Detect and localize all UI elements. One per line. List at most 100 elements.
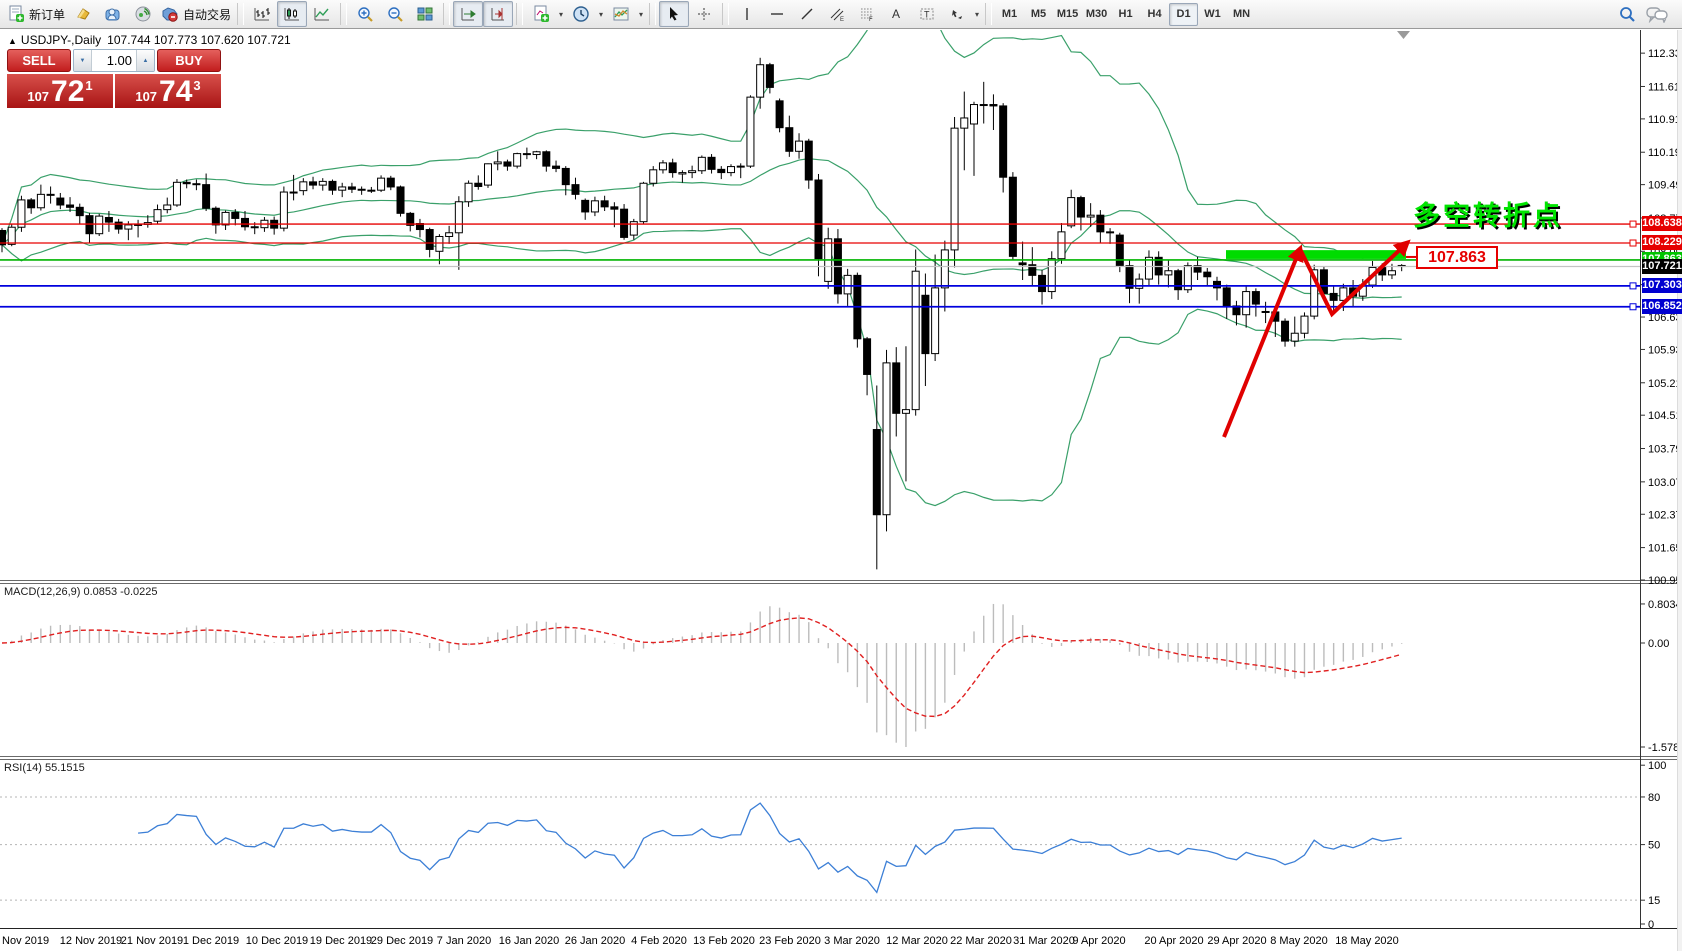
fibonacci-button[interactable]: F: [852, 1, 882, 27]
templates-dropdown-caret[interactable]: [636, 2, 646, 26]
profile-button[interactable]: [98, 1, 128, 27]
volume-decrease-button[interactable]: [74, 50, 92, 71]
price-badge-107.303: 107.303: [1642, 278, 1682, 293]
right-scrollbar[interactable]: [1677, 30, 1682, 951]
svg-text:21 Nov 2019: 21 Nov 2019: [121, 935, 183, 947]
vertical-line-icon: [739, 6, 755, 22]
new-order-button[interactable]: 新订单: [4, 1, 68, 27]
timeframe-m15[interactable]: M15: [1053, 3, 1082, 26]
cursor-icon: [666, 6, 682, 22]
trendline-button[interactable]: [792, 1, 822, 27]
timeframe-mn[interactable]: MN: [1227, 3, 1256, 26]
symbol-direction-icon: ▲: [8, 36, 17, 46]
date-axis-labels: 3 Nov 201912 Nov 201921 Nov 20191 Dec 20…: [0, 935, 1399, 947]
timeframe-h4[interactable]: H4: [1140, 3, 1169, 26]
bar-chart-button[interactable]: [247, 1, 277, 27]
crosshair-button[interactable]: [689, 1, 719, 27]
svg-text:26 Jan 2020: 26 Jan 2020: [565, 935, 626, 947]
auto-scroll-button[interactable]: [453, 1, 483, 27]
autotrading-button[interactable]: 自动交易: [158, 1, 234, 27]
svg-text:12 Mar 2020: 12 Mar 2020: [886, 935, 948, 947]
svg-text:23 Feb 2020: 23 Feb 2020: [759, 935, 821, 947]
horizontal-line-button[interactable]: [762, 1, 792, 27]
svg-text:0: 0: [1648, 919, 1654, 931]
timeframe-m30[interactable]: M30: [1082, 3, 1111, 26]
zoom-in-button[interactable]: [350, 1, 380, 27]
mt4-window: 新订单 自动交易: [0, 0, 1682, 951]
cursor-button[interactable]: [659, 1, 689, 27]
sell-button[interactable]: SELL: [7, 49, 71, 72]
styler-button[interactable]: [68, 1, 98, 27]
price-callout-label[interactable]: 107.863: [1416, 246, 1498, 269]
chart-shift-button[interactable]: [483, 1, 513, 27]
volume-increase-button[interactable]: [136, 50, 154, 71]
svg-text:31 Mar 2020: 31 Mar 2020: [1013, 935, 1075, 947]
timeframe-h1[interactable]: H1: [1111, 3, 1140, 26]
equidistant-channel-icon: E: [829, 6, 845, 22]
symbol-period-label: USDJPY-,Daily: [21, 33, 101, 47]
one-click-trading-panel: SELL BUY 107721 107743: [7, 49, 221, 108]
chat-icon[interactable]: [1646, 5, 1668, 23]
zoom-out-button[interactable]: [380, 1, 410, 27]
line-end-handle: [1630, 304, 1636, 310]
svg-text:80: 80: [1648, 792, 1660, 804]
timeframe-m5[interactable]: M5: [1024, 3, 1053, 26]
svg-text:A: A: [892, 7, 900, 21]
rsi-value: 55.1515: [45, 762, 85, 774]
indicators-button[interactable]: [526, 1, 556, 27]
svg-text:4 Feb 2020: 4 Feb 2020: [631, 935, 687, 947]
timeframe-d1[interactable]: D1: [1169, 3, 1198, 26]
rsi-line: [138, 803, 1402, 892]
bar-chart-icon: [253, 5, 271, 23]
line-end-handle: [1630, 240, 1636, 246]
buy-price-tile[interactable]: 107743: [115, 74, 221, 108]
zoom-in-icon: [356, 5, 374, 23]
svg-text:8 May 2020: 8 May 2020: [1270, 935, 1327, 947]
channel-button[interactable]: E: [822, 1, 852, 27]
macd-indicator-label: MACD(12,26,9) 0.0853 -0.0225: [4, 586, 158, 598]
sell-price-big: 72: [51, 77, 84, 107]
svg-text:F: F: [869, 17, 873, 22]
chart-area[interactable]: 112.330111.610110.910110.190109.490108.7…: [0, 30, 1682, 951]
periods-dropdown-caret[interactable]: [596, 2, 606, 26]
price-badge-106.852: 106.852: [1642, 299, 1682, 314]
svg-text:50: 50: [1648, 840, 1660, 852]
svg-text:T: T: [924, 10, 930, 20]
arrows-dropdown-caret[interactable]: [972, 2, 982, 26]
trendline-icon: [799, 6, 815, 22]
signals-button[interactable]: [128, 1, 158, 27]
toolbar-separator: [985, 3, 992, 25]
sell-price-tile[interactable]: 107721: [7, 74, 113, 108]
fibonacci-icon: F: [859, 6, 875, 22]
svg-text:3 Nov 2019: 3 Nov 2019: [0, 935, 49, 947]
price-badge-107.721: 107.721: [1642, 259, 1682, 274]
text-label-button[interactable]: T: [912, 1, 942, 27]
toolbar-separator: [443, 3, 450, 25]
volume-input[interactable]: [92, 50, 136, 71]
timeframe-m1[interactable]: M1: [995, 3, 1024, 26]
line-chart-button[interactable]: [307, 1, 337, 27]
macd-pane: [2, 604, 1402, 747]
arrows-button[interactable]: [942, 1, 972, 27]
templates-button[interactable]: [606, 1, 636, 27]
tile-windows-button[interactable]: [410, 1, 440, 27]
timeframe-w1[interactable]: W1: [1198, 3, 1227, 26]
svg-text:19 Dec 2019: 19 Dec 2019: [310, 935, 372, 947]
vertical-line-button[interactable]: [732, 1, 762, 27]
candlestick-chart-button[interactable]: [277, 1, 307, 27]
periods-button[interactable]: [566, 1, 596, 27]
sell-price-pip: 1: [85, 78, 92, 93]
svg-text:7 Jan 2020: 7 Jan 2020: [437, 935, 491, 947]
buy-button[interactable]: BUY: [157, 49, 221, 72]
text-button[interactable]: A: [882, 1, 912, 27]
search-icon[interactable]: [1618, 5, 1636, 23]
toolbar-standard-group: 新订单 自动交易: [4, 0, 234, 28]
turning-point-annotation[interactable]: 多空转折点: [1413, 194, 1563, 233]
rsi-scale-labels: 1008050150: [1640, 760, 1666, 931]
tile-windows-icon: [416, 5, 434, 23]
price-pane: [0, 30, 1405, 569]
chart-canvas[interactable]: 112.330111.610110.910110.190109.490108.7…: [0, 30, 1682, 951]
svg-text:100: 100: [1648, 760, 1666, 772]
svg-text:18 May 2020: 18 May 2020: [1335, 935, 1399, 947]
indicators-dropdown-caret[interactable]: [556, 2, 566, 26]
